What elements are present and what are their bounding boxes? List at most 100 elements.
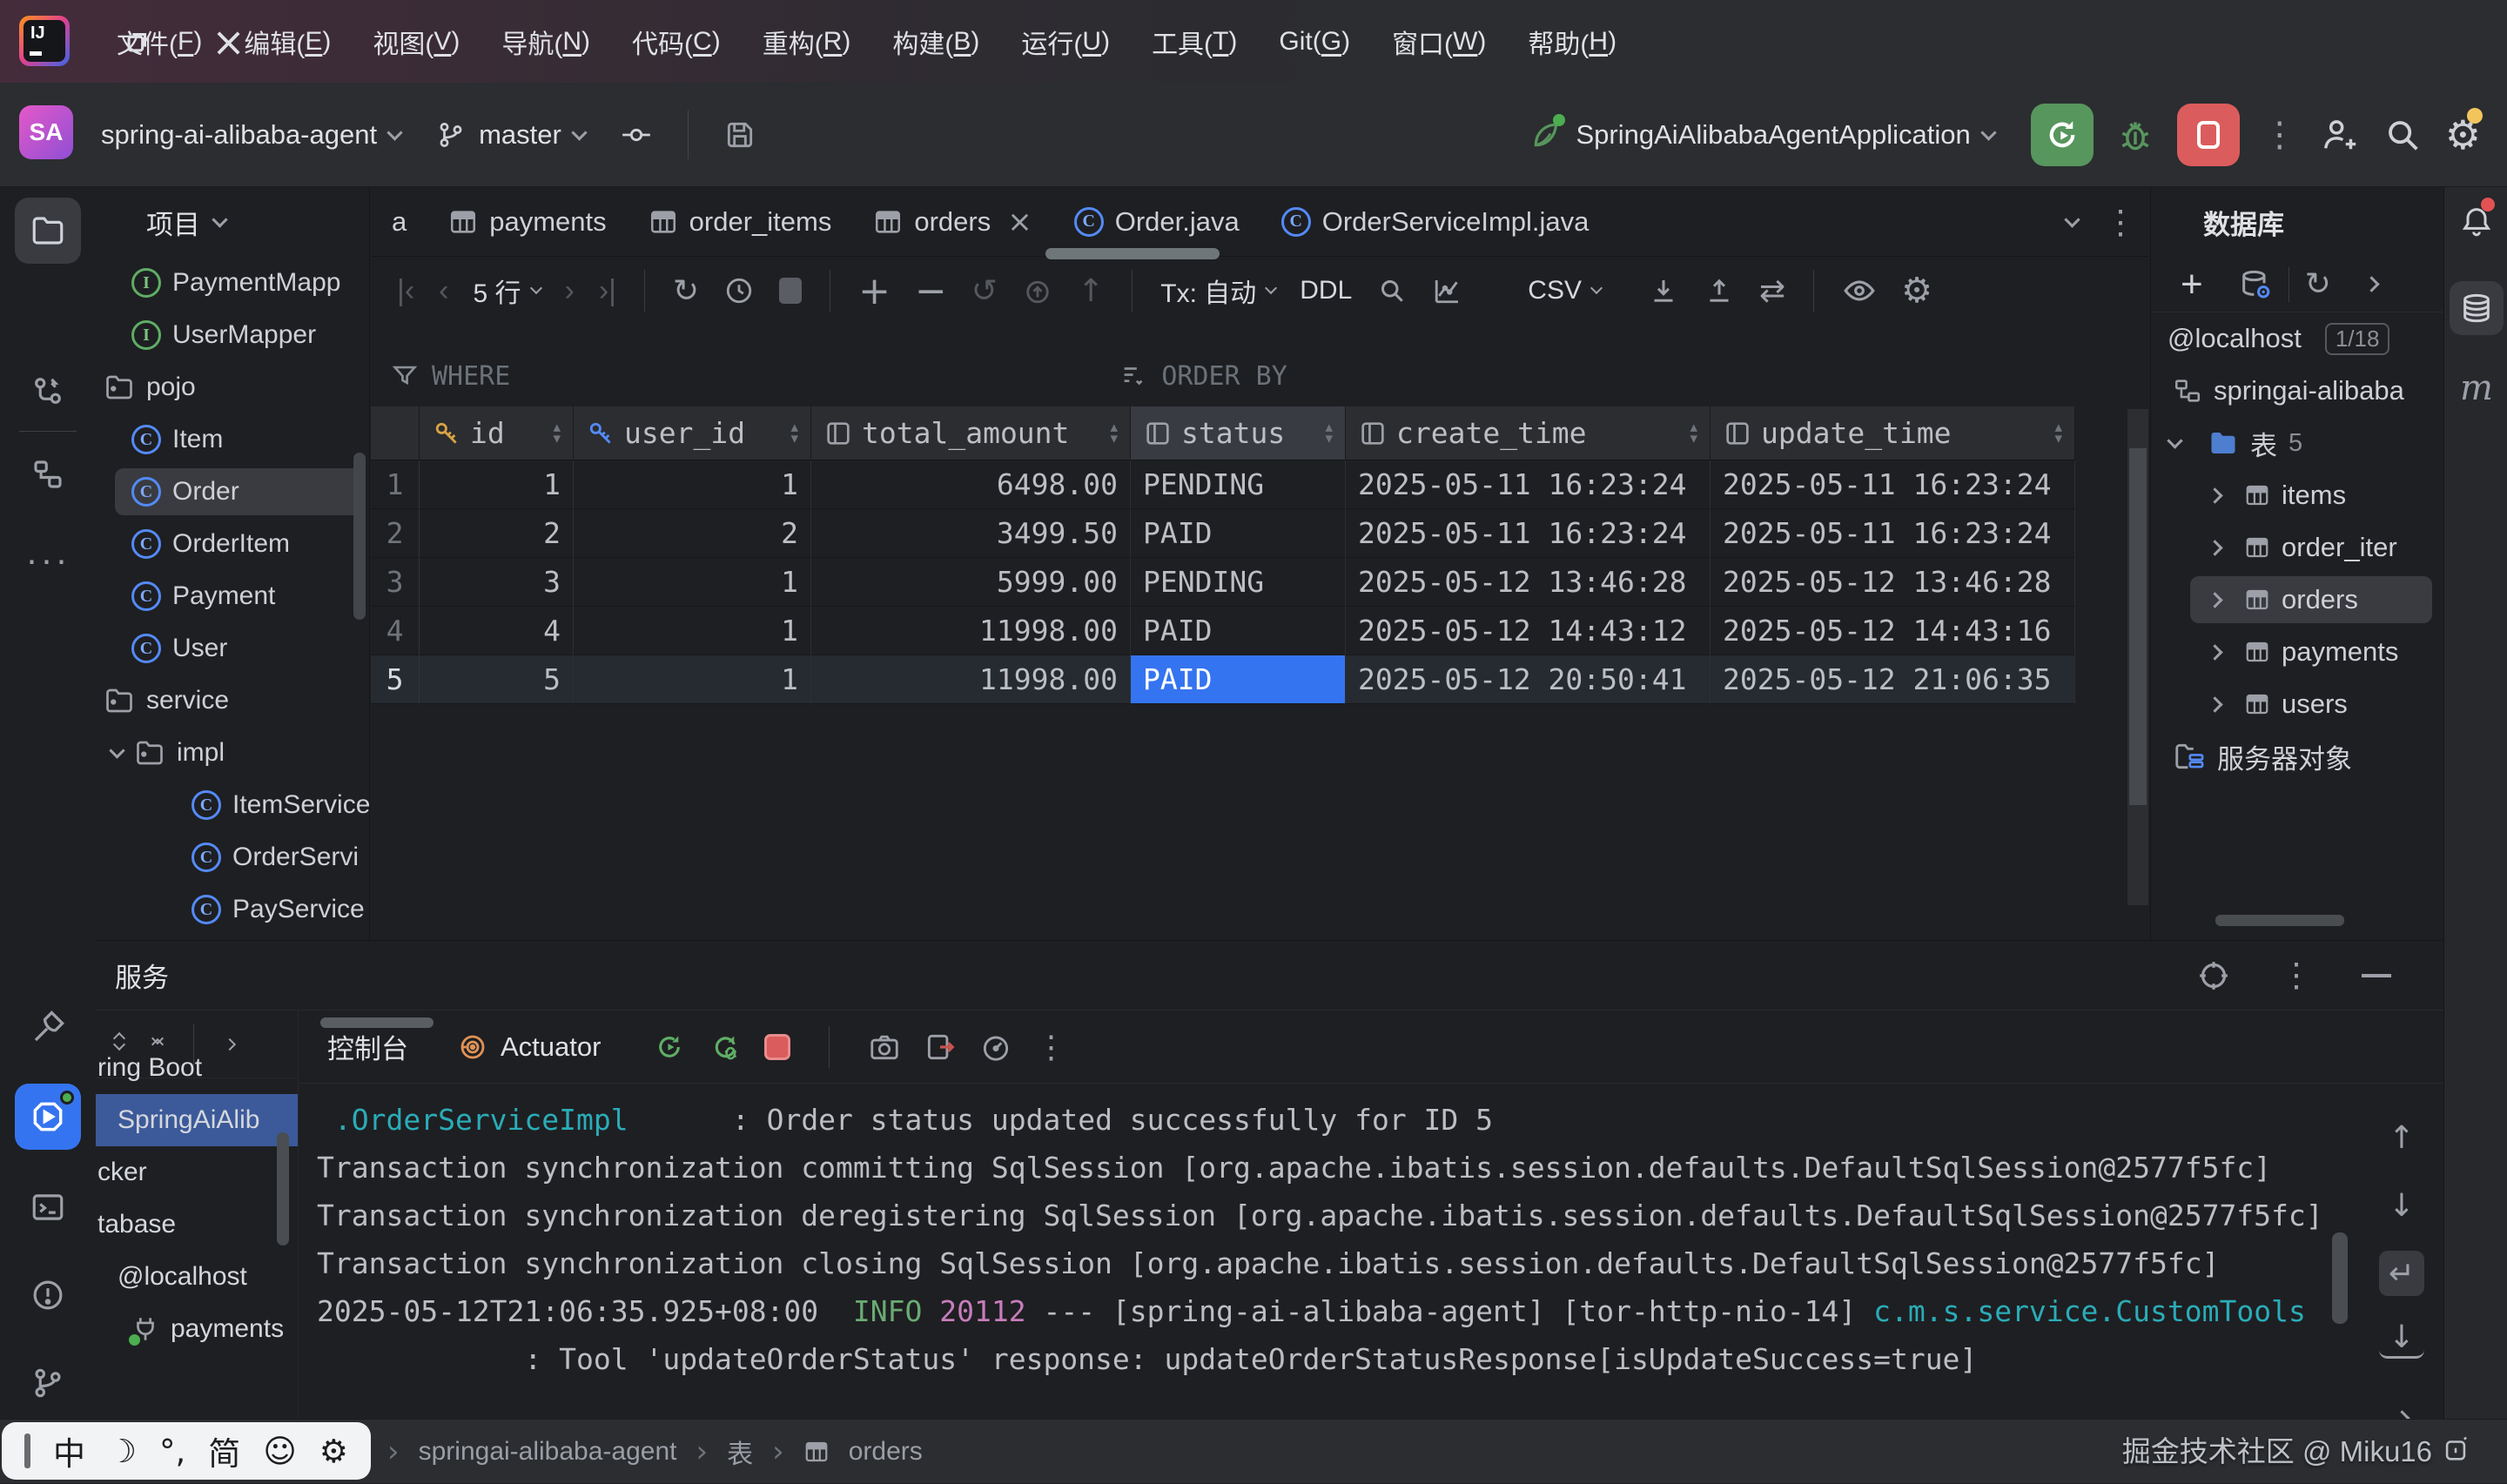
previous-page-button[interactable]: ‹ <box>439 274 448 308</box>
sort-arrows-icon[interactable]: ▴▾ <box>553 422 561 445</box>
ime-item-3[interactable]: 简 <box>208 1427 240 1474</box>
build-tool-button[interactable] <box>15 995 81 1061</box>
service-item-@localhost[interactable]: @localhost <box>96 1251 298 1303</box>
scroll-down-icon[interactable]: ↓ <box>2379 1183 2424 1228</box>
project-panel-header[interactable]: 项目 <box>96 187 369 257</box>
problems-tool-button[interactable] <box>15 1262 81 1328</box>
cell-status[interactable]: PAID <box>1131 509 1346 558</box>
chart-button[interactable] <box>1432 275 1463 306</box>
row-number[interactable]: 3 <box>371 558 420 607</box>
search-icon[interactable] <box>2383 115 2423 155</box>
column-header-user_id[interactable]: user_id▴▾ <box>574 406 811 460</box>
export-format-selector[interactable]: CSV <box>1528 276 1601 306</box>
debug-button[interactable] <box>2116 116 2154 154</box>
project-tree-item-OrderItem[interactable]: COrderItem <box>96 518 369 570</box>
menu-item-R[interactable]: 重构(R) <box>742 0 872 83</box>
column-header-id[interactable]: id▴▾ <box>420 406 574 460</box>
project-scrollbar-thumb[interactable] <box>353 453 366 620</box>
tab-console[interactable]: 控制台 <box>327 1027 408 1066</box>
new-datasource-button[interactable]: + <box>2181 263 2203 306</box>
commit-button[interactable] <box>606 104 667 165</box>
column-header-update_time[interactable]: update_time▴▾ <box>1711 406 2075 460</box>
project-tree-item-impl[interactable]: impl <box>96 727 369 779</box>
sort-arrows-icon[interactable]: ▴▾ <box>790 422 798 445</box>
cell-create_time[interactable]: 2025-05-12 20:50:41 <box>1346 655 1711 704</box>
minimize-panel-button[interactable] <box>2362 974 2391 977</box>
tab-Order.java[interactable]: COrder.java <box>1053 187 1260 257</box>
cell-user_id[interactable]: 1 <box>574 558 811 607</box>
services-scrollbar-thumb[interactable] <box>277 1132 289 1246</box>
pause-query-button[interactable] <box>779 278 802 304</box>
row-number[interactable]: 2 <box>371 509 420 558</box>
breadcrumb-orders[interactable]: orders <box>849 1437 923 1467</box>
cell-update_time[interactable]: 2025-05-11 16:23:24 <box>1711 460 2075 509</box>
stop-console-button[interactable] <box>764 1034 790 1060</box>
export-download-button[interactable] <box>1648 275 1679 306</box>
menu-item-G[interactable]: Git(G) <box>1258 0 1371 83</box>
add-row-button[interactable]: + <box>858 269 891 313</box>
cell-total_amount[interactable]: 6498.00 <box>811 460 1131 509</box>
db-table-items[interactable]: items <box>2151 469 2443 521</box>
query-history-button[interactable] <box>723 275 755 306</box>
crosshair-icon[interactable] <box>2196 958 2231 993</box>
menu-item-U[interactable]: 运行(U) <box>1000 0 1131 83</box>
sort-arrows-icon[interactable]: ▴▾ <box>1325 422 1333 445</box>
menu-item-H[interactable]: 帮助(H) <box>1507 0 1637 83</box>
console-hscrollbar-thumb[interactable] <box>320 1017 434 1028</box>
chevron-right-icon[interactable] <box>2207 487 2222 503</box>
project-selector[interactable]: spring-ai-alibaba-agent <box>87 104 414 165</box>
terminal-tool-button[interactable] <box>15 1174 81 1240</box>
chevron-down-icon[interactable] <box>109 742 124 758</box>
database-tool-button[interactable] <box>2450 281 2504 335</box>
notifications-bell-button[interactable] <box>2450 194 2504 248</box>
db-schema-row[interactable]: springai-alibaba <box>2151 365 2443 417</box>
add-user-icon[interactable] <box>2320 115 2360 155</box>
stop-button[interactable] <box>2177 104 2240 166</box>
row-number[interactable]: 5 <box>371 655 420 704</box>
cell-create_time[interactable]: 2025-05-11 16:23:24 <box>1346 460 1711 509</box>
chevron-right-icon[interactable] <box>2207 696 2222 712</box>
last-page-button[interactable]: ›| <box>599 274 616 308</box>
grid-scrollbar-thumb[interactable] <box>2129 448 2147 805</box>
services-options-kebab[interactable]: ⋮ <box>2280 956 2313 995</box>
cell-total_amount[interactable]: 3499.50 <box>811 509 1131 558</box>
compare-button[interactable]: ⇄ <box>1759 273 1785 309</box>
breadcrumb-springai-alibaba-agent[interactable]: springai-alibaba-agent <box>419 1437 677 1467</box>
pull-requests-tool-button[interactable] <box>15 358 81 424</box>
cell-user_id[interactable]: 1 <box>574 607 811 655</box>
column-header-status[interactable]: status▴▾ <box>1131 406 1346 460</box>
chevron-right-icon[interactable] <box>2207 644 2222 660</box>
cell-id[interactable]: 2 <box>420 509 574 558</box>
menu-item-W[interactable]: 窗口(W) <box>1371 0 1507 83</box>
open-in-editor-button[interactable] <box>924 1031 957 1064</box>
cell-create_time[interactable]: 2025-05-12 14:43:12 <box>1346 607 1711 655</box>
menu-item-B[interactable]: 构建(B) <box>871 0 1000 83</box>
user-avatar[interactable]: SA <box>19 105 73 159</box>
more-tools-button[interactable]: ··· <box>15 527 81 593</box>
first-page-button[interactable]: |‹ <box>397 274 414 308</box>
breadcrumb-表[interactable]: 表 <box>727 1433 753 1471</box>
transaction-mode-selector[interactable]: Tx: 自动 <box>1160 272 1275 310</box>
cell-total_amount[interactable]: 5999.00 <box>811 558 1131 607</box>
project-tool-button[interactable] <box>15 198 81 264</box>
scroll-up-icon[interactable]: ↑ <box>2379 1115 2424 1160</box>
tab-orders[interactable]: orders× <box>852 187 1052 257</box>
project-tree-item-PayService[interactable]: CPayService <box>96 883 369 936</box>
chevron-right-icon[interactable] <box>2207 540 2222 555</box>
endpoints-gauge-button[interactable] <box>979 1031 1012 1064</box>
db-table-users[interactable]: users <box>2151 678 2443 730</box>
soft-wrap-icon[interactable]: ↵ <box>2379 1251 2424 1296</box>
structure-tool-button[interactable] <box>15 441 81 507</box>
ime-item-0[interactable]: 中 <box>53 1427 85 1474</box>
db-table-orders[interactable]: orders <box>2151 574 2443 626</box>
close-icon[interactable]: × <box>1007 205 1032 239</box>
branch-selector[interactable]: master <box>421 104 599 165</box>
menu-item-C[interactable]: 代码(C) <box>611 0 742 83</box>
db-host-row[interactable]: @localhost 1/18 <box>2151 312 2443 365</box>
rerun-console-button[interactable] <box>653 1031 686 1064</box>
ime-item-1[interactable]: ☽ <box>108 1433 137 1470</box>
project-tree-item-User[interactable]: CUser <box>96 622 369 675</box>
menu-item-T[interactable]: 工具(T) <box>1131 0 1258 83</box>
db-server-objects-row[interactable]: 服务器对象 <box>2151 730 2443 782</box>
submit-button[interactable] <box>1022 275 1053 306</box>
